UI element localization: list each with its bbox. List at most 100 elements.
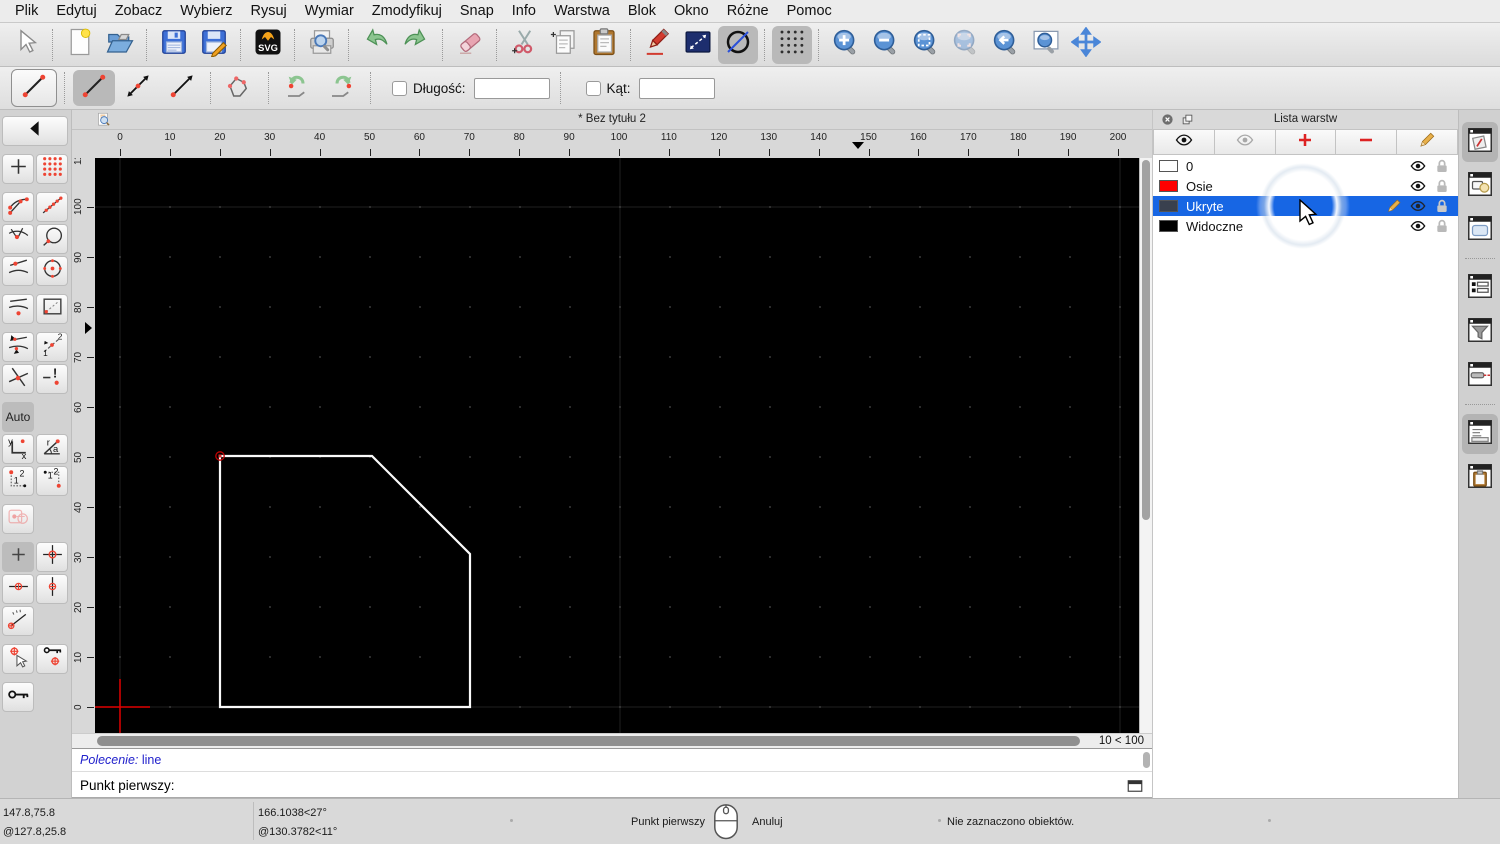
layer-visibility-icon[interactable] [1410,218,1426,234]
save-as-button[interactable] [194,26,234,64]
snap-center-button[interactable] [36,256,68,286]
snap-circle-button[interactable] [36,224,68,254]
select-cursor-button[interactable] [6,26,46,64]
menu-item-rysuj[interactable]: Rysuj [242,1,296,21]
zoom-previous-button[interactable] [986,26,1026,64]
layer-lock-icon[interactable] [1434,158,1450,174]
relative-zero-locked-button[interactable] [2,682,34,712]
snap-auto-distance-button[interactable] [2,332,34,362]
undo-button[interactable] [356,26,396,64]
menu-item-snap[interactable]: Snap [451,1,503,21]
angle-input[interactable] [639,78,715,99]
menu-item-info[interactable]: Info [503,1,545,21]
angle-checkbox[interactable] [586,81,601,96]
snap-free-button[interactable] [2,154,34,184]
menu-item-zobacz[interactable]: Zobacz [106,1,172,21]
menu-item-wybierz[interactable]: Wybierz [171,1,241,21]
line-2p-button[interactable] [73,70,115,106]
open-file-button[interactable] [100,26,140,64]
polyline-button[interactable] [219,70,261,106]
horizontal-scroll-thumb[interactable] [97,736,1080,746]
copy-button[interactable] [544,26,584,64]
grid-toggle-button[interactable] [772,26,812,64]
restrict-vertical-button[interactable] [36,574,68,604]
save-button[interactable] [154,26,194,64]
cut-button[interactable] [504,26,544,64]
dock-blocks-toggle-button[interactable] [1462,166,1498,206]
line-angle-button[interactable] [117,70,159,106]
zoom-pan-button[interactable] [1066,26,1106,64]
menu-item-warstwa[interactable]: Warstwa [545,1,619,21]
layer-lock-icon[interactable] [1434,218,1450,234]
menu-item-zmodyfikuj[interactable]: Zmodyfikuj [363,1,451,21]
draw-pencil-button[interactable] [638,26,678,64]
layer-lock-icon[interactable] [1434,198,1450,214]
add-layer-button[interactable] [1276,129,1337,155]
document-tab[interactable]: * Bez tytułu 2 [72,110,1152,130]
layer-visibility-icon[interactable] [1410,178,1426,194]
set-relative-zero-button[interactable] [2,644,34,674]
menu-item-rozne[interactable]: Różne [718,1,778,21]
dock-layers-toggle-button[interactable] [1462,122,1498,162]
show-all-layers-button[interactable] [1153,129,1215,155]
snap-nearest-button[interactable] [2,256,34,286]
snap-auto-button[interactable]: Auto [2,402,34,432]
layer-visibility-icon[interactable] [1410,158,1426,174]
print-preview-button[interactable] [302,26,342,64]
layer-visibility-icon[interactable] [1410,198,1426,214]
remove-layer-button[interactable] [1336,129,1397,155]
layer-lock-icon[interactable] [1434,178,1450,194]
delete-eraser-button[interactable] [450,26,490,64]
edit-layer-button[interactable] [1397,129,1458,155]
length-checkbox[interactable] [392,81,407,96]
dock-pen-toggle-button[interactable] [1462,356,1498,396]
zoom-auto-button[interactable] [906,26,946,64]
dock-entity-list-toggle-button[interactable] [1462,268,1498,308]
menu-item-plik[interactable]: Plik [6,1,47,21]
menu-item-okno[interactable]: Okno [665,1,718,21]
zoom-in-button[interactable] [826,26,866,64]
snap-intersection-button[interactable] [2,364,34,394]
back-arrow-button[interactable] [2,116,68,146]
canvas-vertical-scrollbar[interactable] [1139,158,1152,733]
snap-distance-manual-button[interactable]: 12 [36,332,68,362]
canvas-horizontal-scrollbar[interactable]: 10 < 100 [72,733,1152,748]
menu-item-pomoc[interactable]: Pomoc [778,1,841,21]
angle-protractor-button[interactable] [2,606,34,636]
line-ray-button[interactable] [161,70,203,106]
layer-row-osie[interactable]: Osie [1153,176,1458,196]
command-history[interactable]: Polecenie: line [72,748,1152,771]
dock-clipboard-toggle-button[interactable] [1462,458,1498,498]
zoom-out-button[interactable] [866,26,906,64]
zoom-window-button[interactable] [1026,26,1066,64]
snap-on-entity-button[interactable] [36,192,68,222]
layer-edit-icon[interactable] [1386,198,1402,214]
paste-button[interactable] [584,26,624,64]
measure-distance-button[interactable] [678,26,718,64]
snap-endpoint-button[interactable] [2,192,34,222]
command-window-icon[interactable] [1126,777,1144,793]
command-scroll-thumb[interactable] [1143,752,1150,768]
coord-polar-button[interactable]: ra [36,434,68,464]
restrict-nothing-button[interactable] [2,542,34,572]
undo-segment-button[interactable] [277,70,319,106]
coord-relative-21-button[interactable]: 12 [36,466,68,496]
circle-line-button[interactable] [718,26,758,64]
redo-segment-button[interactable] [321,70,363,106]
restrict-box-button[interactable] [36,294,68,324]
drawing-canvas[interactable] [95,158,1139,733]
redo-button[interactable] [396,26,436,64]
coord-relative-12-button[interactable]: 12 [2,466,34,496]
menu-item-blok[interactable]: Blok [619,1,665,21]
restrict-horizontal-button[interactable] [2,574,34,604]
lock-relative-zero-button[interactable] [36,644,68,674]
new-document-button[interactable] [60,26,100,64]
export-svg-button[interactable]: SVG [248,26,288,64]
snap-tangent-button[interactable] [2,224,34,254]
layer-row-0[interactable]: 0 [1153,156,1458,176]
snap-middle-button[interactable] [2,294,34,324]
vertical-scroll-thumb[interactable] [1142,160,1150,520]
menu-item-edytuj[interactable]: Edytuj [47,1,105,21]
dock-command-toggle-button[interactable] [1462,414,1498,454]
current-tool-indicator[interactable] [11,69,57,107]
